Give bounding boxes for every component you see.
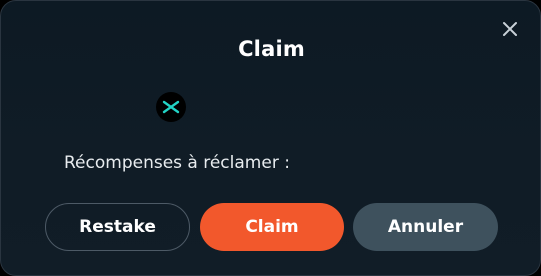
cancel-button[interactable]: Annuler [353,203,498,251]
close-icon[interactable] [500,19,520,39]
dialog-title: Claim [238,37,305,61]
restake-button[interactable]: Restake [45,203,190,251]
rewards-label: Récompenses à réclamer : [64,153,290,173]
restake-button-label: Restake [79,217,156,237]
claim-button[interactable]: Claim [200,203,344,251]
claim-button-label: Claim [245,217,299,237]
cross-chain-token-icon [156,92,186,122]
close-button[interactable] [500,19,520,39]
claim-dialog: Claim Récompenses à réclamer : Restake C… [0,0,541,276]
cancel-button-label: Annuler [387,217,464,237]
